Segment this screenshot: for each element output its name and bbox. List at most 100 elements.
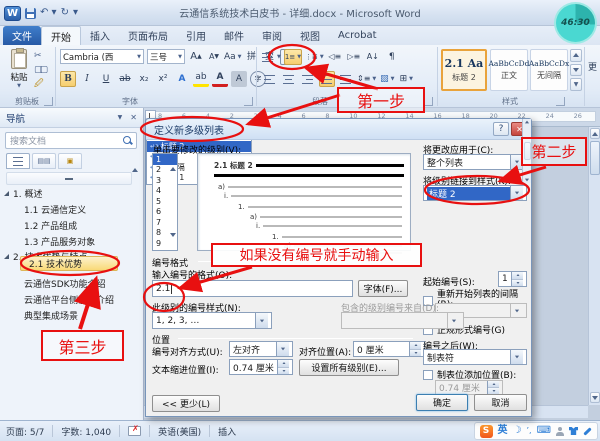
font-dialog-launcher[interactable] — [244, 97, 253, 106]
less-button[interactable]: << 更少(L) — [152, 395, 220, 412]
ime-skin-icon[interactable] — [569, 427, 578, 435]
change-case-icon[interactable]: Aa ▼ — [224, 49, 242, 65]
level-scroll-down-icon[interactable] — [170, 233, 176, 248]
decrease-indent-icon[interactable]: ◁≡ — [327, 49, 343, 65]
cut-icon[interactable]: ✂ — [34, 50, 48, 62]
set-all-levels-button[interactable]: 设置所有级别(E)... — [299, 359, 399, 376]
strikethrough-button[interactable]: ab — [117, 71, 133, 87]
level-option[interactable]: 3 — [153, 175, 177, 186]
tab-insert[interactable]: 插入 — [81, 26, 119, 45]
level-listbox[interactable]: 1 2 3 4 5 6 7 8 9 — [152, 153, 178, 251]
tab-mailings[interactable]: 邮件 — [215, 26, 253, 45]
document-search-box[interactable]: 搜索文档 — [5, 132, 137, 149]
nav-scroll-up-icon[interactable] — [132, 157, 138, 172]
ime-softkeyboard-icon[interactable]: ⌨ — [537, 426, 551, 436]
superscript-button[interactable]: x² — [155, 71, 171, 87]
font-size-combo[interactable]: 三号 ▼ — [147, 49, 185, 64]
level-scroll-up-icon[interactable] — [170, 156, 176, 171]
nav-item-1-1[interactable]: 1.1 云通信定义 — [24, 202, 86, 217]
styles-scroll-up-icon[interactable] — [570, 49, 582, 62]
search-icon[interactable] — [123, 136, 132, 145]
nav-jump-top-item[interactable] — [6, 172, 132, 185]
cancel-button[interactable]: 取消 — [474, 394, 527, 411]
vertical-scrollbar[interactable] — [588, 127, 600, 405]
styles-dialog-launcher[interactable] — [556, 97, 565, 106]
nav-item-scenarios[interactable]: 典型集成场景 — [24, 308, 78, 323]
distribute-icon[interactable] — [338, 71, 354, 87]
tab-review[interactable]: 审阅 — [253, 26, 291, 45]
font-color-icon[interactable]: A — [212, 71, 228, 87]
follow-number-combo[interactable]: 制表符 — [423, 349, 527, 365]
align-combo[interactable]: 左对齐 — [229, 341, 293, 357]
font-button[interactable]: 字体(F)... — [358, 280, 408, 297]
scroll-down-icon[interactable] — [590, 392, 600, 403]
scroll-up-icon[interactable] — [590, 128, 600, 139]
nav-options-icon[interactable]: ▼ — [118, 114, 123, 121]
page-indicator[interactable]: 页面: 5/7 — [6, 425, 44, 438]
nav-tab-headings[interactable] — [6, 153, 30, 169]
nav-item-2-1-active[interactable]: 2.1 技术优势 — [20, 256, 118, 271]
style-no-spacing[interactable]: AaBbCcDx 无间隔 — [529, 49, 569, 91]
tab-view[interactable]: 视图 — [291, 26, 329, 45]
level-option[interactable]: 4 — [153, 186, 177, 197]
level-option[interactable]: 7 — [153, 217, 177, 228]
sogou-logo-icon[interactable]: S — [479, 424, 493, 438]
checkbox-icon[interactable] — [423, 369, 433, 380]
nav-tab-pages[interactable]: ▤▤ — [32, 153, 56, 169]
increase-indent-icon[interactable]: ▷≡ — [346, 49, 362, 65]
nav-item-platform[interactable]: 云通信平台侧能力介绍 — [24, 292, 114, 307]
level-option[interactable]: 6 — [153, 207, 177, 218]
subscript-button[interactable]: x₂ — [136, 71, 152, 87]
change-styles-partial[interactable]: 更 — [588, 60, 597, 73]
numbering-icon[interactable]: 1≡ ▼ — [283, 49, 303, 65]
text-effects-icon[interactable]: A — [174, 71, 190, 87]
styles-more-icon[interactable]: ▼ — [570, 78, 582, 92]
tab-home[interactable]: 开始 — [41, 26, 81, 45]
underline-button[interactable]: U — [98, 71, 114, 87]
style-heading2[interactable]: 2.1 Aa 标题 2 — [441, 49, 487, 91]
paste-button[interactable]: 粘贴 ▼ — [8, 48, 30, 89]
tab-file[interactable]: 文件 — [3, 26, 41, 45]
collapse-icon[interactable] — [4, 254, 9, 259]
ime-account-icon[interactable] — [556, 426, 564, 436]
ok-button[interactable]: 确定 — [416, 394, 468, 411]
apply-to-combo[interactable]: 整个列表 — [423, 154, 527, 170]
word-count[interactable]: 字数: 1,040 — [61, 425, 111, 438]
show-marks-icon[interactable]: ¶ — [384, 49, 400, 65]
format-painter-icon[interactable]: 🖉 — [34, 78, 48, 90]
line-spacing-icon[interactable]: ⇕≡ ▼ — [357, 71, 376, 87]
start-at-spinner[interactable]: 1 — [498, 271, 527, 287]
dialog-title-bar[interactable]: 定义新多级列表 — [146, 119, 531, 140]
highlight-color-icon[interactable]: ab — [193, 71, 209, 87]
align-pos-spinner[interactable]: 0 厘米 — [353, 341, 425, 357]
grow-font-icon[interactable]: A ▲ — [188, 49, 204, 65]
nav-item-1-3[interactable]: 1.3 产品服务对象 — [24, 234, 95, 249]
nav-item-1-2[interactable]: 1.2 产品组成 — [24, 218, 77, 233]
styles-scroll-down-icon[interactable] — [570, 63, 582, 77]
tab-page-layout[interactable]: 页面布局 — [119, 26, 177, 45]
tab-acrobat[interactable]: Acrobat — [329, 26, 386, 45]
language-indicator[interactable]: 英语(美国) — [158, 425, 201, 438]
style-normal[interactable]: AaBbCcDd 正文 — [489, 49, 529, 91]
proofing-status-icon[interactable]: ✗ — [128, 424, 142, 436]
ime-fullhalf-icon[interactable]: ☽ — [513, 426, 522, 436]
font-name-combo[interactable]: Cambria (西 ▼ — [60, 49, 144, 64]
phonetic-guide-icon[interactable]: 拼 — [244, 49, 260, 65]
multilevel-list-icon[interactable]: ⋮≣ ▼ — [305, 49, 324, 65]
sort-icon[interactable]: A↓ — [365, 49, 381, 65]
shrink-font-icon[interactable]: A ▼ — [206, 49, 222, 65]
shading-icon[interactable]: ▨ ▼ — [379, 71, 395, 87]
tab-references[interactable]: 引用 — [177, 26, 215, 45]
level-option[interactable]: 5 — [153, 196, 177, 207]
align-right-icon[interactable] — [300, 71, 316, 87]
align-center-icon[interactable] — [281, 71, 297, 87]
bullets-icon[interactable]: ▼ — [262, 49, 281, 65]
paragraph-dialog-launcher[interactable] — [424, 97, 433, 106]
insert-mode-indicator[interactable]: 插入 — [218, 425, 236, 438]
align-left-icon[interactable] — [262, 71, 278, 87]
dialog-help-icon[interactable]: ? — [493, 122, 509, 136]
copy-icon[interactable]: ▢▢ — [34, 64, 48, 76]
ime-language-icon[interactable]: 英 — [498, 426, 508, 436]
number-format-input[interactable]: 2.1 — [152, 280, 353, 297]
vertical-scroll-thumb[interactable] — [590, 141, 600, 175]
